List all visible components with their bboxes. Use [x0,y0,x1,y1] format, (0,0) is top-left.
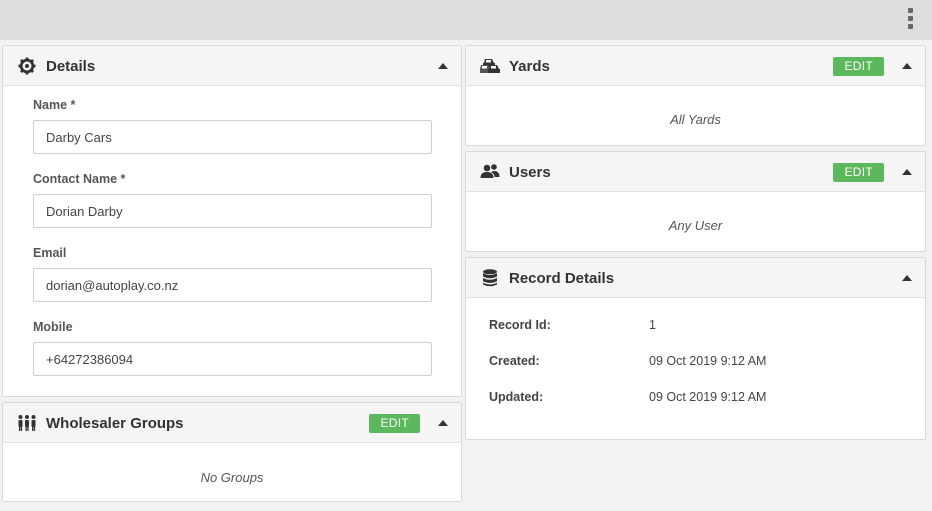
groups-empty-text: No Groups [200,470,264,485]
top-bar [0,0,932,40]
wholesaler-groups-title: Wholesaler Groups [46,415,184,432]
updated-label: Updated: [489,390,544,404]
updated-value: 09 Oct 2019 9:12 AM [649,390,767,404]
created-label: Created: [489,354,540,368]
users-header: Users EDIT [466,152,925,192]
details-title: Details [46,58,96,75]
users-collapse-caret-icon[interactable] [902,169,912,175]
yards-empty-text: All Yards [670,112,721,127]
wholesaler-groups-panel: Wholesaler Groups EDIT No Groups [2,402,462,502]
email-input[interactable] [33,268,432,302]
users-edit-button[interactable]: EDIT [833,163,884,182]
details-panel: Details Name * Contact Name * Email Mobi… [2,45,462,397]
yards-title: Yards [509,58,550,75]
users-panel: Users EDIT Any User [465,151,926,252]
yards-header: Yards EDIT [466,46,925,86]
database-icon [483,269,497,287]
details-header: Details [3,46,461,86]
created-value: 09 Oct 2019 9:12 AM [649,354,767,368]
users-icon [480,164,500,178]
cars-icon [480,59,500,73]
name-input[interactable] [33,120,432,154]
groups-collapse-caret-icon[interactable] [438,420,448,426]
contact-name-input[interactable] [33,194,432,228]
record-id-label: Record Id: [489,318,551,332]
details-collapse-caret-icon[interactable] [438,63,448,69]
record-collapse-caret-icon[interactable] [902,275,912,281]
contact-name-label: Contact Name * [33,172,126,186]
gear-icon [18,57,36,75]
mobile-label: Mobile [33,320,73,334]
email-label: Email [33,246,67,260]
record-id-value: 1 [649,318,656,332]
users-title: Users [509,164,551,181]
people-group-icon [18,415,36,431]
record-details-header: Record Details [466,258,925,298]
yards-collapse-caret-icon[interactable] [902,63,912,69]
users-empty-text: Any User [668,218,723,233]
wholesaler-groups-header: Wholesaler Groups EDIT [3,403,461,443]
kebab-menu-icon[interactable] [906,8,914,32]
mobile-input[interactable] [33,342,432,376]
name-label: Name * [33,98,76,112]
yards-edit-button[interactable]: EDIT [833,57,884,76]
record-details-title: Record Details [509,270,615,287]
groups-edit-button[interactable]: EDIT [369,414,420,433]
record-details-panel: Record Details Record Id: 1 Created: 09 … [465,257,926,440]
yards-panel: Yards EDIT All Yards [465,45,926,146]
